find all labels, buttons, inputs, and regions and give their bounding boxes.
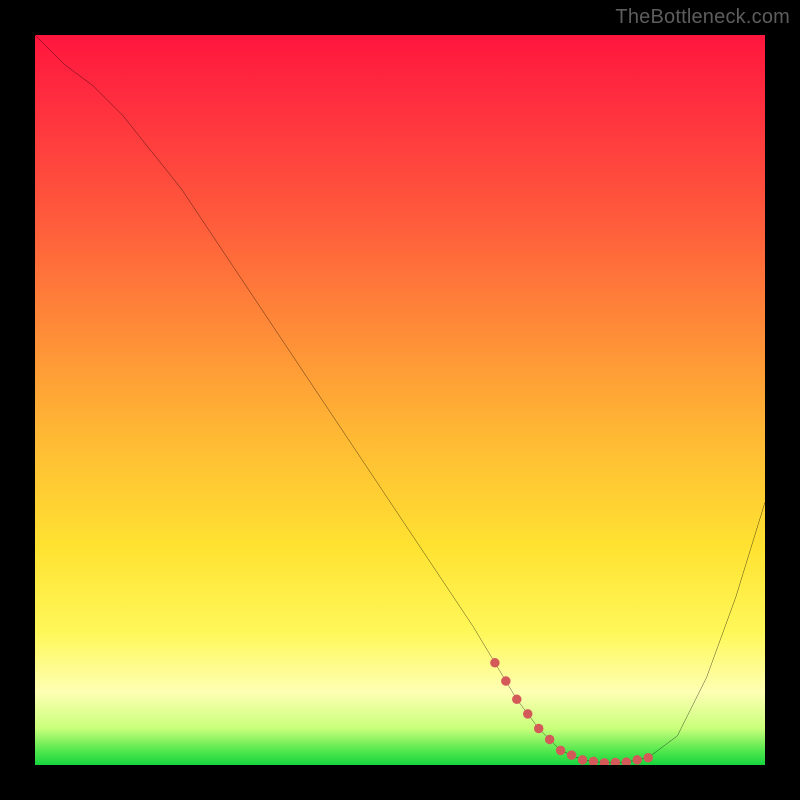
- chart-frame: TheBottleneck.com: [0, 0, 800, 800]
- optimal-dot: [567, 750, 576, 759]
- optimal-dot: [589, 757, 598, 765]
- optimal-dot: [633, 755, 642, 764]
- optimal-dot: [501, 676, 510, 685]
- optimal-dot: [490, 658, 499, 667]
- optimal-dot: [622, 757, 631, 765]
- optimal-dot: [600, 758, 609, 765]
- optimal-dot: [523, 709, 532, 718]
- bottleneck-curve-svg: [35, 35, 765, 765]
- bottleneck-curve: [35, 35, 765, 763]
- optimal-range-dots: [490, 658, 653, 765]
- optimal-dot: [545, 735, 554, 744]
- plot-area: [35, 35, 765, 765]
- optimal-dot: [578, 755, 587, 764]
- optimal-dot: [556, 746, 565, 755]
- optimal-dot: [611, 758, 620, 765]
- optimal-dot: [512, 695, 521, 704]
- watermark-text: TheBottleneck.com: [615, 6, 790, 29]
- optimal-dot: [643, 753, 652, 762]
- optimal-dot: [534, 724, 543, 733]
